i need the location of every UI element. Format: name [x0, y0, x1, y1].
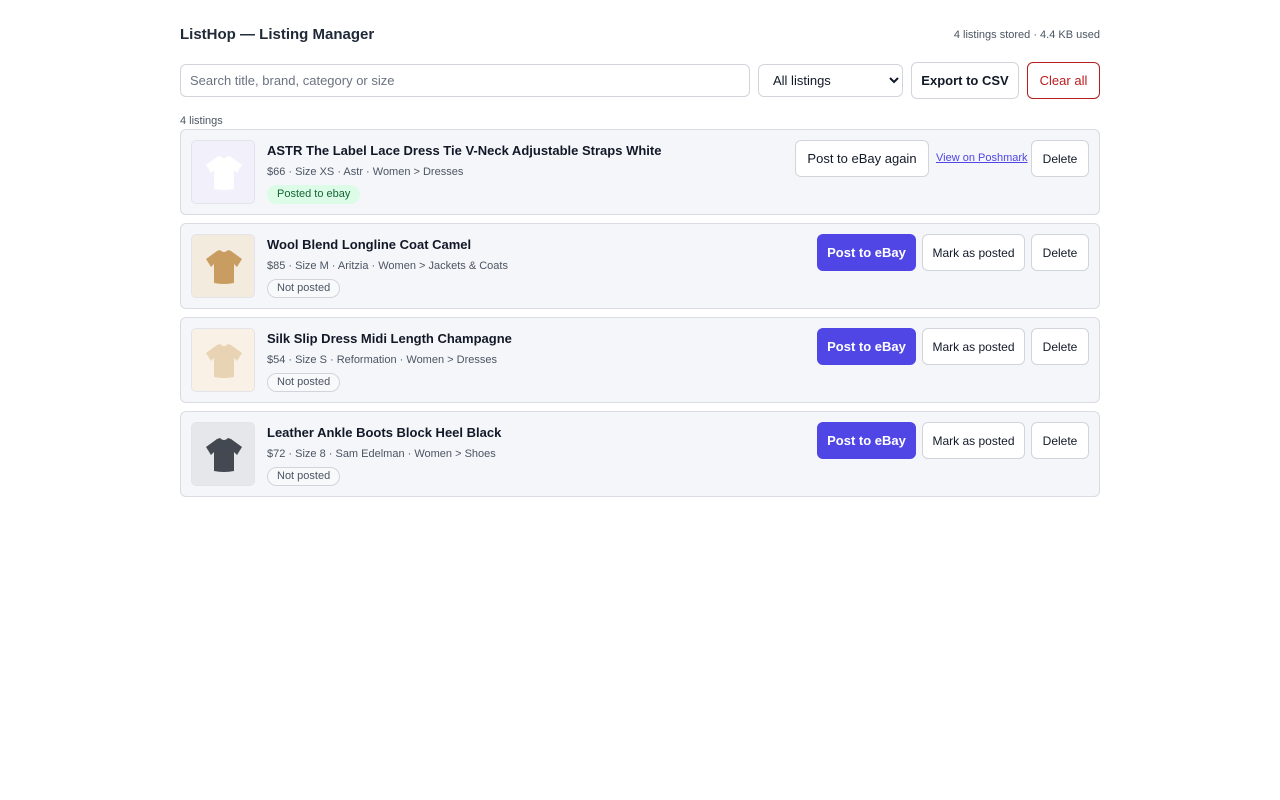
post-to-ebay-button[interactable]: Post to eBay	[817, 328, 916, 365]
search-input[interactable]	[180, 64, 750, 97]
listing-card: ASTR The Label Lace Dress Tie V-Neck Adj…	[180, 129, 1100, 215]
mark-as-posted-button[interactable]: Mark as posted	[922, 328, 1025, 365]
listing-title: Leather Ankle Boots Block Heel Black	[267, 425, 502, 440]
status-badge: Not posted	[267, 467, 341, 486]
delete-button[interactable]: Delete	[1031, 422, 1089, 459]
listing-thumbnail	[191, 140, 255, 204]
delete-button[interactable]: Delete	[1031, 328, 1089, 365]
status-badge: Not posted	[267, 279, 341, 298]
page-title: ListHop — Listing Manager	[180, 26, 375, 43]
listing-meta: $54 · Size S · Reformation · Women > Dre…	[267, 354, 497, 366]
view-on-poshmark-link[interactable]: View on Poshmark	[936, 152, 1028, 164]
post-to-ebay-button[interactable]: Post to eBay	[817, 234, 916, 271]
listing-count: 4 listings	[180, 115, 223, 127]
delete-button[interactable]: Delete	[1031, 234, 1089, 271]
listing-meta: $85 · Size M · Aritzia · Women > Jackets…	[267, 260, 508, 272]
status-badge: Posted to ebay	[267, 185, 361, 204]
delete-button[interactable]: Delete	[1031, 140, 1089, 177]
listing-thumbnail	[191, 422, 255, 486]
storage-info: 4 listings stored · 4.4 KB used	[953, 29, 1100, 41]
listing-meta: $66 · Size XS · Astr · Women > Dresses	[267, 166, 464, 178]
listing-list: ASTR The Label Lace Dress Tie V-Neck Adj…	[180, 129, 1100, 505]
filter-select[interactable]: All listings	[758, 64, 903, 97]
listing-thumbnail	[191, 328, 255, 392]
listing-title: Silk Slip Dress Midi Length Champagne	[267, 331, 512, 346]
listing-card: Wool Blend Longline Coat Camel $85 · Siz…	[180, 223, 1100, 309]
header: ListHop — Listing Manager 4 listings sto…	[180, 24, 1100, 46]
clear-all-button[interactable]: Clear all	[1027, 62, 1100, 99]
listing-title: Wool Blend Longline Coat Camel	[267, 237, 472, 252]
shirt-icon	[206, 250, 242, 284]
toolbar: All listings Export to CSV Clear all	[180, 62, 1100, 99]
listing-card: Leather Ankle Boots Block Heel Black $72…	[180, 411, 1100, 497]
export-csv-button[interactable]: Export to CSV	[911, 62, 1019, 99]
post-to-ebay-button[interactable]: Post to eBay	[817, 422, 916, 459]
listing-card: Silk Slip Dress Midi Length Champagne $5…	[180, 317, 1100, 403]
shirt-icon	[206, 344, 242, 378]
mark-as-posted-button[interactable]: Mark as posted	[922, 422, 1025, 459]
listing-meta: $72 · Size 8 · Sam Edelman · Women > Sho…	[267, 448, 496, 460]
status-badge: Not posted	[267, 373, 341, 392]
mark-as-posted-button[interactable]: Mark as posted	[922, 234, 1025, 271]
shirt-icon	[206, 438, 242, 472]
post-to-ebay-again-button[interactable]: Post to eBay again	[795, 140, 929, 177]
listing-title: ASTR The Label Lace Dress Tie V-Neck Adj…	[267, 143, 662, 158]
shirt-icon	[206, 156, 242, 190]
listing-thumbnail	[191, 234, 255, 298]
